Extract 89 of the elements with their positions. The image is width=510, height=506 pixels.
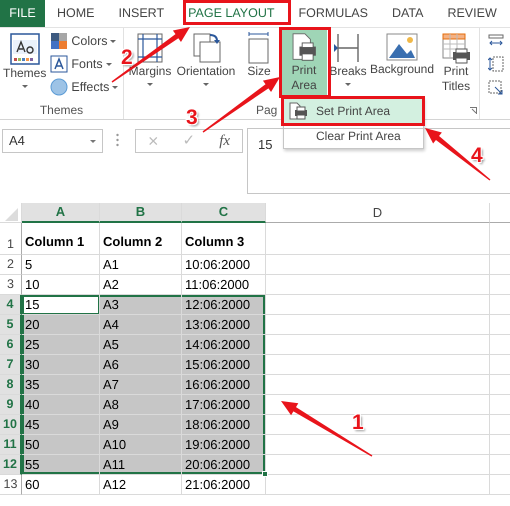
ribbon-tab[interactable]: DATA xyxy=(380,0,436,27)
table-cell: 60 xyxy=(22,475,100,495)
row-header[interactable]: 9 xyxy=(0,395,22,415)
size-button[interactable]: Size xyxy=(239,30,279,102)
ribbon-tab[interactable]: INSERT xyxy=(106,0,176,27)
table-cell: 55 xyxy=(22,455,100,475)
step-number: 2 xyxy=(121,47,133,68)
table-cell: 40 xyxy=(22,395,100,415)
ribbon-tab[interactable]: PAGE LAYOUT xyxy=(176,0,286,27)
table-cell: 45 xyxy=(22,415,100,435)
table-cell: A6 xyxy=(100,355,182,375)
row-header[interactable]: 1 xyxy=(0,223,22,255)
step-number: 3 xyxy=(186,107,198,128)
themes-icon xyxy=(8,32,41,66)
table-cell: 5 xyxy=(22,255,100,275)
ribbon-tab[interactable]: HOME xyxy=(45,0,106,27)
table-cell: 50 xyxy=(22,435,100,455)
table-cell: Column 3 xyxy=(182,223,266,255)
table-cell: 25 xyxy=(22,335,100,355)
table-cell: 19:06:2000 xyxy=(182,435,266,455)
step-number: 1 xyxy=(352,412,364,433)
table-cell: 10:06:2000 xyxy=(182,255,266,275)
landscape-image-icon xyxy=(385,32,419,62)
table-cell: 14:06:2000 xyxy=(182,335,266,355)
height-icon xyxy=(488,56,504,72)
table-cell: A7 xyxy=(100,375,182,395)
width-icon xyxy=(488,34,504,48)
font-letter-icon xyxy=(50,55,68,73)
table-cell: A5 xyxy=(100,335,182,355)
table-cell: A12 xyxy=(100,475,182,495)
table-cell: A8 xyxy=(100,395,182,415)
table-cell: A3 xyxy=(100,295,182,315)
table-cell: Column 2 xyxy=(100,223,182,255)
fill-handle[interactable] xyxy=(262,471,268,477)
row-header[interactable]: 10 xyxy=(0,415,22,435)
row-header[interactable]: 8 xyxy=(0,375,22,395)
row-header[interactable]: 12 xyxy=(0,455,22,475)
ribbon-tab[interactable]: REVIEW xyxy=(435,0,509,27)
table-cell: Column 1 xyxy=(22,223,100,255)
group-label: Pag xyxy=(256,103,278,117)
dropdown-caret-icon xyxy=(90,140,96,142)
dialog-launcher-icon xyxy=(470,107,477,114)
printtitles-button[interactable]: Print Titles xyxy=(437,30,475,102)
table-cell: A11 xyxy=(100,455,182,475)
table-cell: A1 xyxy=(100,255,182,275)
group-label: Themes xyxy=(40,103,84,117)
table-cell: A10 xyxy=(100,435,182,455)
printer-page-icon xyxy=(288,102,308,120)
menu-item[interactable]: Set Print Area xyxy=(284,98,423,123)
table-cell: 18:06:2000 xyxy=(182,415,266,435)
row-header[interactable]: 13 xyxy=(0,475,22,495)
table-cell: 20:06:2000 xyxy=(182,455,266,475)
fonts-button[interactable]: Fonts xyxy=(48,53,120,75)
table-cell: 20 xyxy=(22,315,100,335)
file-tab[interactable]: FILE xyxy=(0,0,45,27)
annotation-arrow xyxy=(425,128,490,181)
ribbon-tab[interactable]: FORMULAS xyxy=(286,0,380,27)
table-cell: 16:06:2000 xyxy=(182,375,266,395)
row-header[interactable]: 3 xyxy=(0,275,22,295)
row-header[interactable]: 11 xyxy=(0,435,22,455)
table-cell: 17:06:2000 xyxy=(182,395,266,415)
colors-button[interactable]: Colors xyxy=(48,30,120,52)
circle-effect-icon xyxy=(50,78,68,96)
effects-button[interactable]: Effects xyxy=(48,76,120,98)
name-box[interactable]: A4 xyxy=(2,129,103,153)
themes-button[interactable]: Themes xyxy=(3,30,46,102)
column-header[interactable]: D xyxy=(266,203,490,223)
table-cell: 15 xyxy=(22,295,100,315)
insert-function-button[interactable]: fx xyxy=(219,130,230,152)
scale-icon xyxy=(488,80,504,96)
table-cell: 15:06:2000 xyxy=(182,355,266,375)
row-header[interactable]: 6 xyxy=(0,335,22,355)
table-cell: 13:06:2000 xyxy=(182,315,266,335)
grip-icon xyxy=(116,133,119,147)
column-header[interactable]: A xyxy=(22,203,100,223)
step-number: 4 xyxy=(471,145,483,166)
row-header[interactable]: 7 xyxy=(0,355,22,375)
print-titles-icon xyxy=(441,32,471,64)
table-cell: 35 xyxy=(22,375,100,395)
row-header[interactable]: 5 xyxy=(0,315,22,335)
row-header[interactable]: 4 xyxy=(0,295,22,315)
row-header[interactable]: 2 xyxy=(0,255,22,275)
table-cell: A4 xyxy=(100,315,182,335)
column-header[interactable]: B xyxy=(100,203,182,223)
color-squares-icon xyxy=(50,32,68,50)
table-cell: 12:06:2000 xyxy=(182,295,266,315)
column-header[interactable]: C xyxy=(182,203,266,223)
table-cell: A9 xyxy=(100,415,182,435)
table-cell: 30 xyxy=(22,355,100,375)
